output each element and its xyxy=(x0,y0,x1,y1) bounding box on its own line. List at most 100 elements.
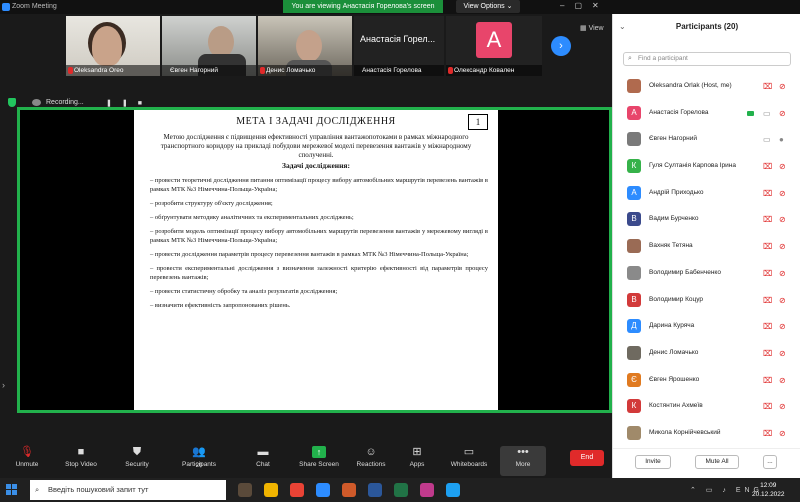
participant-name: Oleksandra Orlak (Host, me) xyxy=(649,82,732,89)
mic-icon[interactable]: ● xyxy=(779,135,784,144)
recording-pause-stop-icon[interactable]: ❚❚■ xyxy=(106,99,152,107)
video-tile[interactable]: Денис Ломачько xyxy=(258,16,352,76)
document-tasks-title: Задачі дослідження: xyxy=(282,161,350,170)
muted-mic-icon[interactable]: ⊘ xyxy=(779,349,786,358)
video-tile[interactable]: Oleksandra Oreo xyxy=(66,16,160,76)
share-arrow-icon: ↑ xyxy=(312,446,326,458)
participant-row[interactable]: Денис Ломачько ⊘ ⌧ xyxy=(613,341,800,368)
video-off-icon[interactable]: ⌧ xyxy=(763,322,772,331)
participant-row[interactable]: К Костянтин Ахмеїв ⊘ ⌧ xyxy=(613,394,800,421)
participant-name: Вахняк Тетяна xyxy=(649,242,693,250)
taskbar-app-icon[interactable] xyxy=(446,483,460,497)
invite-button[interactable]: Invite xyxy=(635,455,671,469)
collapse-arrow-icon[interactable]: › xyxy=(2,380,5,390)
participants-button[interactable]: 👥20 Participants xyxy=(176,446,222,476)
unmute-button[interactable]: 🎙 Unmute xyxy=(4,446,50,476)
participant-row[interactable]: В Володимир Коцур ⊘ ⌧ xyxy=(613,288,800,315)
muted-mic-icon[interactable]: ⊘ xyxy=(779,269,786,278)
muted-mic-icon[interactable]: ⊘ xyxy=(779,162,786,171)
avatar: А xyxy=(627,105,641,120)
participant-search-input[interactable]: ⌕ Find a participant xyxy=(623,52,791,66)
more-options-button[interactable]: ... xyxy=(763,455,777,469)
taskbar-app-icon[interactable] xyxy=(290,483,304,497)
participant-row[interactable]: В Вадим Бурченко ⊘ ⌧ xyxy=(613,207,800,234)
participant-name: Анастасія Горелова xyxy=(649,108,709,116)
security-button[interactable]: ⛊ Security xyxy=(114,446,160,476)
taskbar-search-input[interactable]: ⌕ Введіть пошуковий запит тут xyxy=(30,480,226,500)
muted-mic-icon[interactable]: ⊘ xyxy=(779,322,786,331)
participant-row[interactable]: А Анастасія Горелова ⊘ ▭ xyxy=(613,101,800,128)
participant-name: Євген Ярошенко xyxy=(649,375,700,383)
windows-start-icon[interactable] xyxy=(6,484,18,496)
end-meeting-button[interactable]: End xyxy=(570,450,604,466)
participant-row[interactable]: К Гуля Султанія Карпова Ірина ⊘ ⌧ xyxy=(613,154,800,181)
taskbar-clock[interactable]: 12:09 20.12.2022 xyxy=(752,481,785,499)
participant-row[interactable]: Є Євген Ярошенко ⊘ ⌧ xyxy=(613,368,800,395)
participant-row[interactable]: А Андрій Приходько ⊘ ⌧ xyxy=(613,181,800,208)
reactions-button[interactable]: ☺ Reactions xyxy=(348,446,394,476)
taskbar-app-icon[interactable] xyxy=(316,483,330,497)
participant-row[interactable]: Євген Нагорний ● ▭ xyxy=(613,127,800,154)
participant-row[interactable]: Володимир Бабенченко ⊘ ⌧ xyxy=(613,261,800,288)
video-off-icon[interactable]: ⌧ xyxy=(763,189,772,198)
muted-mic-icon[interactable]: ⊘ xyxy=(779,376,786,385)
participant-row[interactable]: Oleksandra Orlak (Host, me) ⊘ ⌧ xyxy=(613,74,800,101)
apps-button[interactable]: ⊞ Apps xyxy=(394,446,440,476)
avatar: К xyxy=(627,159,641,174)
video-off-icon[interactable]: ⌧ xyxy=(763,296,772,305)
shared-screen: МЕТА І ЗАДАЧІ ДОСЛІДЖЕННЯ 1 Метою дослід… xyxy=(17,107,612,413)
mute-all-button[interactable]: Mute All xyxy=(695,455,739,469)
taskbar-app-icon[interactable] xyxy=(368,483,382,497)
taskbar-app-icon[interactable] xyxy=(342,483,356,497)
whiteboards-button[interactable]: ▭ Whiteboards xyxy=(446,446,492,476)
video-tile[interactable]: A Олександр Ковален xyxy=(446,16,542,76)
chat-button[interactable]: ▬ Chat xyxy=(240,446,286,476)
video-icon[interactable]: ▭ xyxy=(763,109,771,118)
window-controls[interactable]: –▢✕ xyxy=(560,1,609,10)
muted-mic-icon xyxy=(68,67,73,74)
participant-row[interactable]: Микола Корнійчевський ⊘ ⌧ xyxy=(613,421,800,448)
video-tile[interactable]: Євген Нагорний xyxy=(162,16,256,76)
video-tile[interactable]: Анастасія Горел... Анастасія Горелова xyxy=(354,16,444,76)
next-page-icon[interactable]: › xyxy=(551,36,571,56)
participant-row[interactable]: Вахняк Тетяна ⊘ ⌧ xyxy=(613,234,800,261)
muted-mic-icon[interactable]: ⊘ xyxy=(779,242,786,251)
meeting-toolbar: 🎙 Unmute ■ Stop Video ⛊ Security 👥20 Partici… xyxy=(0,444,612,478)
participant-name: Денис Ломачько xyxy=(649,348,699,356)
participant-name: Володимир Бабенченко xyxy=(649,268,721,276)
muted-mic-icon[interactable]: ⊘ xyxy=(779,109,786,118)
video-off-icon[interactable]: ⌧ xyxy=(763,242,772,251)
task-item: – розробити модель оптимізації процесу в… xyxy=(150,228,488,244)
taskbar-app-icon[interactable] xyxy=(238,483,252,497)
muted-mic-icon[interactable]: ⊘ xyxy=(779,429,786,438)
share-screen-button[interactable]: ↑ Share Screen xyxy=(296,446,342,476)
participant-list: Oleksandra Orlak (Host, me) ⊘ ⌧ А Анастасія … xyxy=(613,74,800,448)
video-off-icon[interactable]: ⌧ xyxy=(763,429,772,438)
muted-mic-icon[interactable]: ⊘ xyxy=(779,82,786,91)
video-off-icon[interactable]: ⌧ xyxy=(763,269,772,278)
security-shield-icon: ⛊ xyxy=(132,446,142,458)
taskbar-app-icon[interactable] xyxy=(394,483,408,497)
video-off-icon[interactable]: ⌧ xyxy=(763,82,772,91)
chevron-down-icon[interactable]: ⌄ xyxy=(619,14,626,40)
view-button[interactable]: ▦ View xyxy=(580,24,604,32)
video-icon[interactable]: ▭ xyxy=(763,135,771,144)
video-off-icon[interactable]: ⌧ xyxy=(763,402,772,411)
participant-row[interactable]: Д Дарина Куряча ⊘ ⌧ xyxy=(613,314,800,341)
video-off-icon[interactable]: ⌧ xyxy=(763,162,772,171)
taskbar-app-icon[interactable] xyxy=(264,483,278,497)
more-button[interactable]: ••• More xyxy=(500,446,546,476)
muted-mic-icon[interactable]: ⊘ xyxy=(779,402,786,411)
muted-mic-icon[interactable]: ⊘ xyxy=(779,215,786,224)
apps-grid-icon: ⊞ xyxy=(412,446,422,458)
view-options-button[interactable]: View Options ⌄ xyxy=(456,0,520,13)
muted-mic-icon[interactable]: ⊘ xyxy=(779,189,786,198)
video-off-icon[interactable]: ⌧ xyxy=(763,215,772,224)
stop-video-button[interactable]: ■ Stop Video xyxy=(58,446,104,476)
viewing-banner: You are viewing Анастасія Горелова's scr… xyxy=(283,0,443,13)
screen-share-icon xyxy=(747,110,754,116)
video-off-icon[interactable]: ⌧ xyxy=(763,349,772,358)
taskbar-app-icon[interactable] xyxy=(420,483,434,497)
muted-mic-icon[interactable]: ⊘ xyxy=(779,296,786,305)
video-off-icon[interactable]: ⌧ xyxy=(763,376,772,385)
